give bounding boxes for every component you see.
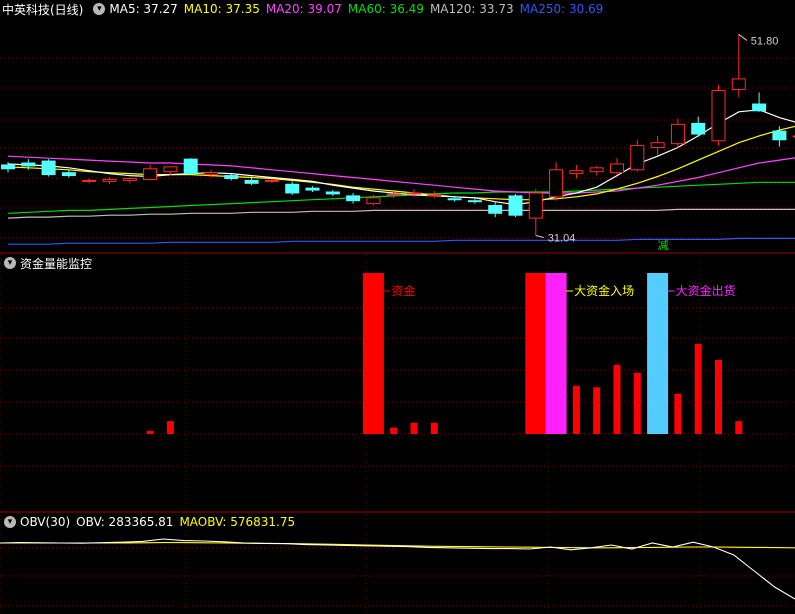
candle-down — [691, 122, 706, 135]
chevron-down-icon[interactable]: ▾ — [4, 516, 16, 528]
candle-down — [447, 198, 462, 201]
candle-up — [731, 78, 746, 91]
candle-down — [772, 130, 787, 141]
fund-bar — [572, 385, 580, 434]
fund-bar — [362, 273, 384, 434]
obv-lines — [0, 538, 795, 600]
candle-up — [711, 90, 726, 142]
fund-bar — [166, 421, 174, 434]
ma120-label: MA120: 33.73 — [429, 2, 514, 16]
obv-title: OBV(30) — [20, 515, 71, 529]
ma60-line — [7, 181, 795, 214]
fund-label-inflow: 大资金入场 — [574, 283, 634, 298]
candle-down — [467, 200, 482, 203]
candlesticks — [1, 34, 795, 236]
ma20-line — [7, 155, 795, 194]
candle-up — [650, 142, 665, 149]
fund-bar — [430, 422, 438, 434]
stock-title: 中英科技(日线) — [2, 2, 84, 17]
candle-down — [752, 103, 767, 112]
fund-bar — [694, 343, 702, 434]
candle-up — [407, 192, 421, 195]
fund-bar — [613, 364, 621, 434]
chevron-down-icon[interactable]: ▾ — [93, 3, 106, 15]
low-pointer — [535, 235, 544, 238]
low-price-label: 31.04 — [548, 233, 576, 245]
candle-down — [508, 195, 523, 216]
ma250-label: MA250: 30.69 — [519, 2, 604, 16]
candle-up — [589, 167, 604, 173]
obv-line — [0, 538, 795, 600]
fund-bars — [146, 273, 743, 434]
candle-down — [305, 187, 320, 191]
fund-bar — [146, 430, 154, 434]
ma5-label: MA5: 37.27 — [109, 2, 178, 16]
obv-panel-header: ▾ OBV(30) OBV: 283365.81 MAOBV: 576831.7… — [0, 513, 795, 531]
chevron-down-icon[interactable]: ▾ — [4, 257, 16, 269]
candle-up — [386, 193, 401, 196]
fund-bar — [410, 422, 418, 434]
fund-bar — [735, 421, 743, 434]
candle-up — [569, 170, 584, 175]
high-pointer — [738, 34, 748, 41]
candle-down — [1, 164, 15, 170]
ma250-line — [8, 237, 795, 245]
maobv-line — [0, 542, 795, 549]
obv-value-label: OBV: 283365.81 — [76, 515, 174, 529]
jian-marker: 减 — [658, 239, 669, 252]
candle-up — [366, 197, 381, 205]
fund-label-outflow: 大资金出货 — [676, 283, 736, 298]
candle-down — [21, 162, 36, 167]
candle-down — [183, 158, 198, 175]
fund-bar — [715, 359, 722, 434]
ma20-label: MA20: 39.07 — [265, 2, 342, 16]
candle-down — [61, 172, 76, 177]
ma10-label: MA10: 37.35 — [183, 2, 260, 16]
fund-panel-title: 资金量能监控 — [20, 256, 93, 271]
maobv-value-label: MAOBV: 576831.75 — [179, 515, 296, 529]
candle-up — [264, 179, 279, 182]
fund-bar — [545, 273, 567, 434]
ma60-label: MA60: 36.49 — [347, 2, 424, 16]
candle-down — [346, 195, 361, 202]
candle-up — [143, 168, 158, 180]
fund-label-zijin: 资金 — [391, 283, 415, 298]
candle-up — [549, 169, 564, 198]
candle-up — [528, 192, 543, 219]
fund-bar — [390, 427, 398, 434]
candle-up — [122, 177, 137, 181]
main-panel-header: 中英科技(日线) ▾ MA5: 37.27 MA10: 37.35 MA20: … — [0, 0, 795, 18]
fund-bar — [633, 372, 641, 434]
candle-up — [427, 194, 442, 197]
candle-down — [285, 183, 300, 194]
candle-up — [670, 123, 685, 145]
candle-up — [610, 163, 624, 174]
ma120-line — [7, 208, 795, 219]
fund-bar — [674, 393, 682, 434]
candle-up — [102, 178, 117, 182]
candle-up — [82, 179, 97, 182]
candle-down — [325, 191, 340, 195]
candle-up — [630, 145, 645, 171]
candle-down — [41, 160, 56, 176]
candle-down — [244, 179, 259, 184]
candle-up — [204, 172, 218, 176]
fund-bar — [593, 387, 601, 434]
fund-bar — [647, 273, 669, 434]
candle-down — [224, 175, 239, 179]
high-price-label: 51.80 — [751, 35, 779, 47]
candle-up — [163, 166, 178, 173]
fund-bar — [525, 273, 547, 434]
candle-down — [488, 205, 503, 214]
fund-panel-header: ▾ 资金量能监控 — [0, 254, 795, 272]
